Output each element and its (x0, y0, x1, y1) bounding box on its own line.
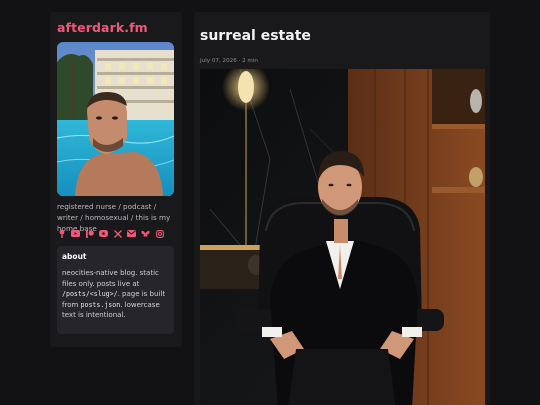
post-hero-image (200, 63, 485, 405)
youtube-icon[interactable] (71, 229, 80, 238)
about-text: neocities-native blog. static files only… (62, 268, 170, 321)
sidebar: afterdark.fm registered nurse / podcast … (50, 12, 182, 347)
about-text-part: neocities-native blog. static files only… (62, 269, 159, 288)
posts-path-code: /posts/<slug>/ (62, 290, 118, 299)
avatar-photo (57, 42, 174, 196)
podcast-icon[interactable] (57, 229, 66, 238)
x-icon[interactable] (113, 229, 122, 238)
bluesky-icon[interactable] (141, 229, 150, 238)
site-name[interactable]: afterdark.fm (57, 20, 148, 35)
about-heading: about (62, 252, 87, 261)
avatar (57, 42, 174, 196)
about-box: about neocities-native blog. static file… (57, 246, 174, 334)
mail-icon[interactable] (127, 229, 136, 238)
video-icon[interactable] (99, 229, 108, 238)
posts-json-code: posts.json (80, 300, 121, 309)
patreon-icon[interactable] (85, 229, 94, 238)
social-links (57, 229, 164, 238)
instagram-icon[interactable] (155, 229, 164, 238)
post-card: surreal estate July 07, 2026 · 2 min (194, 12, 490, 405)
post-title[interactable]: surreal estate (200, 28, 311, 44)
hero-photo (200, 63, 485, 405)
post-meta: July 07, 2026 · 2 min (200, 58, 258, 64)
